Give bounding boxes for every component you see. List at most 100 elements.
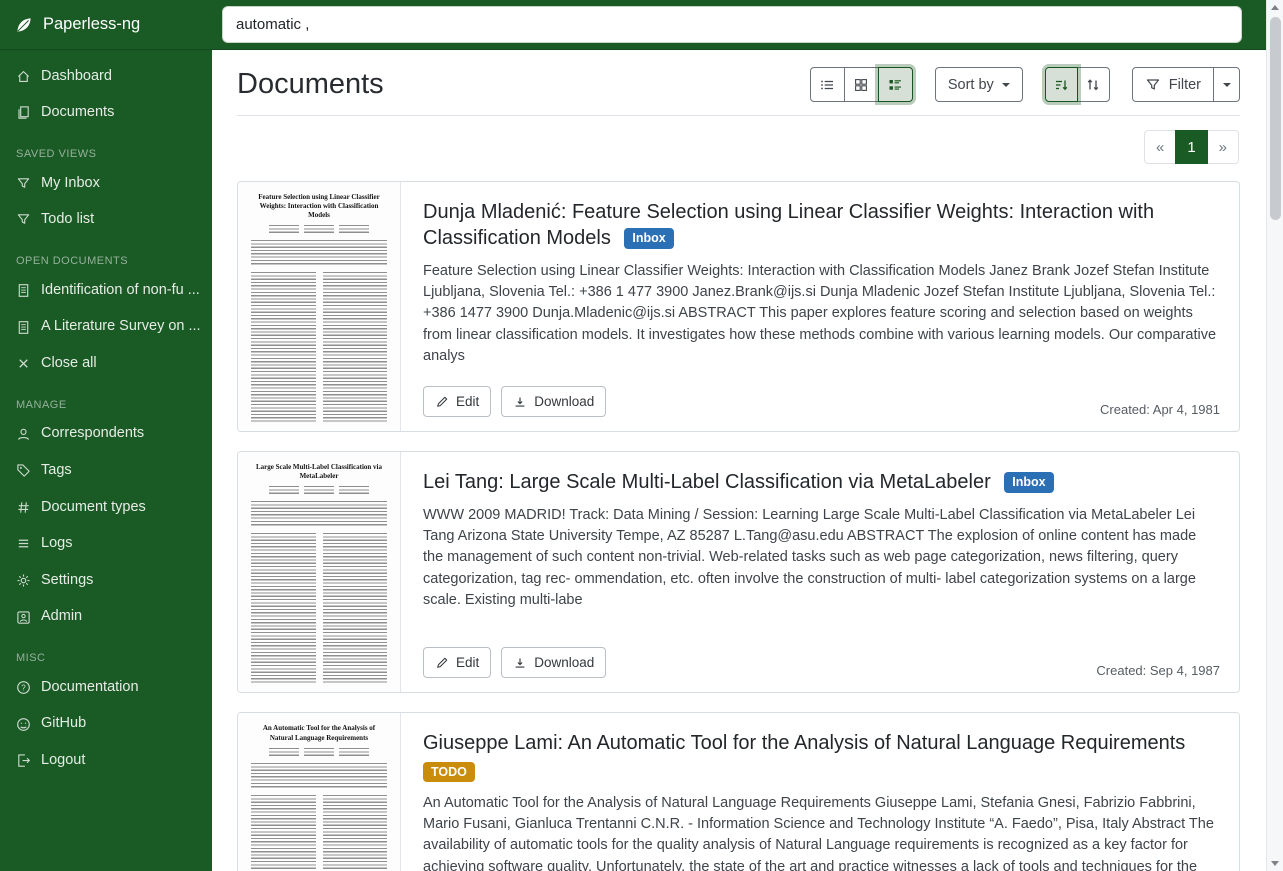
thumbnail-text-columns bbox=[251, 795, 387, 871]
sidebar-item-documents[interactable]: Documents bbox=[0, 95, 212, 132]
scrollbar-down-arrow[interactable] bbox=[1267, 856, 1283, 871]
edit-button[interactable]: Edit bbox=[423, 647, 491, 678]
pencil-icon bbox=[435, 395, 449, 409]
pencil-icon bbox=[435, 656, 449, 670]
sidebar-item-label: My Inbox bbox=[41, 174, 100, 194]
document-title-link[interactable]: Lei Tang: Large Scale Multi-Label Classi… bbox=[423, 469, 1219, 495]
view-toggle-group bbox=[810, 67, 913, 102]
view-list-button[interactable] bbox=[810, 67, 845, 102]
created-date: Created: Sep 4, 1987 bbox=[1096, 663, 1220, 678]
filter-label: Filter bbox=[1169, 77, 1201, 93]
tag-badge-todo[interactable]: TODO bbox=[423, 762, 475, 783]
sort-by-label: Sort by bbox=[948, 77, 994, 93]
download-icon bbox=[513, 656, 527, 670]
pagination-page-1-button[interactable]: 1 bbox=[1175, 130, 1207, 164]
gear-icon bbox=[16, 573, 31, 588]
document-thumbnail[interactable]: Feature Selection using Linear Classifie… bbox=[238, 182, 401, 431]
sidebar-item-label: GitHub bbox=[41, 714, 86, 734]
file-text-icon bbox=[16, 283, 31, 298]
sidebar: Dashboard Documents SAVED VIEWS My Inbox… bbox=[0, 50, 212, 871]
triangle-up-icon bbox=[1271, 5, 1279, 10]
sort-direction-group bbox=[1045, 67, 1110, 102]
sidebar-item-open-doc-2[interactable]: A Literature Survey on ... bbox=[0, 309, 212, 346]
sidebar-item-tags[interactable]: Tags bbox=[0, 453, 212, 490]
sidebar-item-logout[interactable]: Logout bbox=[0, 742, 212, 779]
sidebar-item-document-types[interactable]: Document types bbox=[0, 489, 212, 526]
document-title-link[interactable]: Giuseppe Lami: An Automatic Tool for the… bbox=[423, 730, 1219, 756]
sidebar-item-label: Documentation bbox=[41, 678, 139, 698]
document-card-body: Giuseppe Lami: An Automatic Tool for the… bbox=[401, 713, 1239, 871]
document-title: Giuseppe Lami: An Automatic Tool for the… bbox=[423, 732, 1185, 754]
scrollbar-up-arrow[interactable] bbox=[1267, 0, 1283, 15]
sidebar-item-admin[interactable]: Admin bbox=[0, 599, 212, 636]
sidebar-item-my-inbox[interactable]: My Inbox bbox=[0, 165, 212, 202]
thumbnail-authors bbox=[251, 748, 387, 757]
pagination-next-button[interactable]: » bbox=[1207, 130, 1239, 164]
document-card-body: Dunja Mladenić: Feature Selection using … bbox=[401, 182, 1239, 431]
file-text-icon bbox=[16, 320, 31, 335]
details-view-icon bbox=[887, 77, 903, 93]
list-icon bbox=[16, 536, 31, 551]
document-excerpt: WWW 2009 MADRID! Track: Data Mining / Se… bbox=[423, 505, 1219, 612]
sort-alphabetical-button[interactable] bbox=[1077, 67, 1110, 102]
scrollbar[interactable] bbox=[1266, 0, 1283, 871]
view-details-button[interactable] bbox=[878, 67, 913, 102]
pagination-prev-button[interactable]: « bbox=[1144, 130, 1176, 164]
document-title: Lei Tang: Large Scale Multi-Label Classi… bbox=[423, 471, 991, 493]
funnel-icon bbox=[16, 212, 31, 227]
sort-descending-button[interactable] bbox=[1045, 67, 1078, 102]
sidebar-item-label: Close all bbox=[41, 354, 97, 374]
filter-group: Filter bbox=[1132, 67, 1240, 102]
document-title-link[interactable]: Dunja Mladenić: Feature Selection using … bbox=[423, 199, 1219, 252]
document-card: An Automatic Tool for the Analysis of Na… bbox=[237, 712, 1240, 871]
sidebar-section-misc: MISC bbox=[0, 635, 212, 669]
sidebar-item-github[interactable]: GitHub bbox=[0, 706, 212, 743]
document-thumbnail[interactable]: Large Scale Multi-Label Classification v… bbox=[238, 452, 401, 692]
house-icon bbox=[16, 69, 31, 84]
triangle-down-icon bbox=[1271, 861, 1279, 866]
sidebar-item-correspondents[interactable]: Correspondents bbox=[0, 416, 212, 453]
thumbnail-text bbox=[251, 763, 387, 789]
logout-icon bbox=[16, 753, 31, 768]
app-brand[interactable]: Paperless-ng bbox=[0, 15, 212, 35]
sidebar-item-todo-list[interactable]: Todo list bbox=[0, 202, 212, 239]
download-button[interactable]: Download bbox=[501, 386, 606, 417]
download-label: Download bbox=[534, 394, 594, 409]
download-button[interactable]: Download bbox=[501, 647, 606, 678]
sort-by-dropdown[interactable]: Sort by bbox=[935, 67, 1023, 102]
hash-icon bbox=[16, 500, 31, 515]
tag-badge-inbox[interactable]: Inbox bbox=[1004, 472, 1053, 493]
tag-row: TODO bbox=[423, 762, 1219, 783]
scrollbar-thumb[interactable] bbox=[1270, 17, 1281, 220]
sort-amount-down-icon bbox=[1053, 77, 1069, 93]
sidebar-item-label: Document types bbox=[41, 498, 146, 518]
thumbnail-authors bbox=[251, 225, 387, 234]
view-grid-button[interactable] bbox=[844, 67, 879, 102]
sidebar-item-settings[interactable]: Settings bbox=[0, 562, 212, 599]
header-divider bbox=[237, 115, 1240, 116]
filter-button[interactable]: Filter bbox=[1132, 67, 1214, 102]
search-input[interactable] bbox=[222, 6, 1242, 43]
app-title: Paperless-ng bbox=[43, 15, 140, 34]
person-icon bbox=[16, 427, 31, 442]
funnel-icon bbox=[16, 176, 31, 191]
main-content: Documents Sort by bbox=[212, 50, 1266, 871]
tag-badge-inbox[interactable]: Inbox bbox=[624, 228, 673, 249]
edit-label: Edit bbox=[456, 394, 479, 409]
sidebar-item-logs[interactable]: Logs bbox=[0, 526, 212, 563]
sidebar-item-documentation[interactable]: ? Documentation bbox=[0, 669, 212, 706]
sidebar-item-label: Logout bbox=[41, 751, 85, 771]
document-card: Large Scale Multi-Label Classification v… bbox=[237, 451, 1240, 693]
sidebar-item-close-all[interactable]: Close all bbox=[0, 345, 212, 382]
github-icon bbox=[16, 717, 31, 732]
sidebar-item-label: A Literature Survey on ... bbox=[41, 317, 201, 337]
sidebar-item-label: Todo list bbox=[41, 210, 94, 230]
grid-view-icon bbox=[853, 77, 869, 93]
filter-dropdown-button[interactable] bbox=[1213, 67, 1240, 102]
sidebar-item-open-doc-1[interactable]: Identification of non-fu ... bbox=[0, 272, 212, 309]
download-icon bbox=[513, 395, 527, 409]
edit-button[interactable]: Edit bbox=[423, 386, 491, 417]
chevron-down-icon bbox=[1223, 83, 1231, 87]
sidebar-item-dashboard[interactable]: Dashboard bbox=[0, 58, 212, 95]
document-thumbnail[interactable]: An Automatic Tool for the Analysis of Na… bbox=[238, 713, 401, 871]
